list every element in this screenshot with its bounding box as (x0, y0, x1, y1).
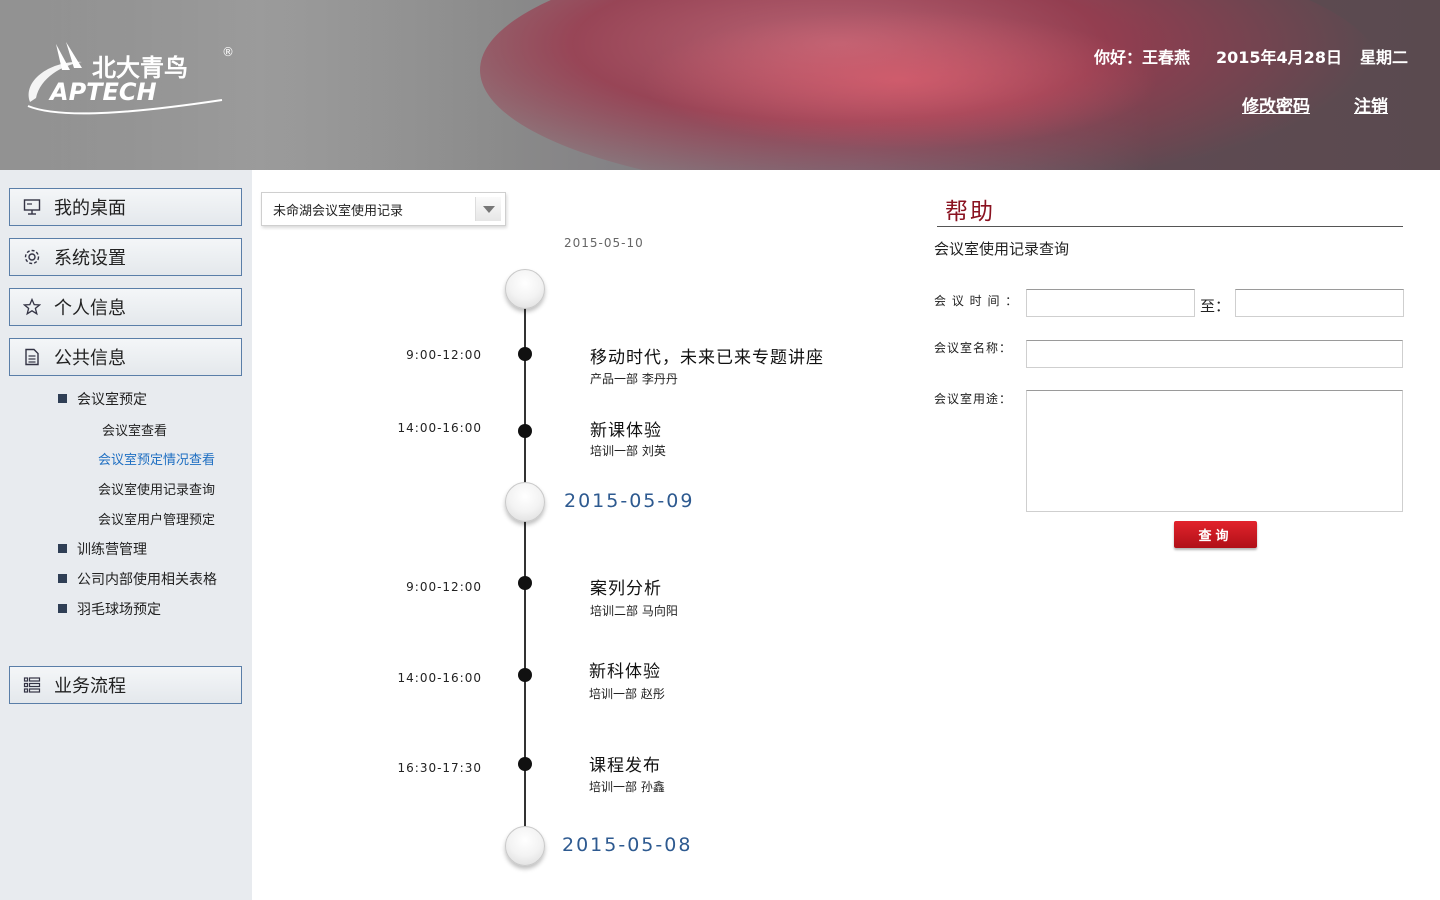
chevron-down-icon[interactable] (475, 197, 501, 221)
current-weekday: 星期二 (1359, 48, 1408, 67)
star-icon (22, 297, 42, 317)
help-subtitle: 会议室使用记录查询 (934, 240, 1070, 258)
nav-public-label: 公共信息 (54, 348, 126, 369)
gear-icon (22, 247, 42, 267)
event-title[interactable]: 新科体验 (589, 657, 661, 682)
user-info: 你好：王春燕 2015年4月28日 星期二 (1094, 44, 1408, 68)
sidebar-item-label: 羽毛球场预定 (77, 602, 161, 618)
nav-personal[interactable]: 个人信息 (9, 288, 242, 326)
event-meta: 培训一部 刘英 (590, 444, 666, 458)
current-date: 2015年4月28日 (1216, 48, 1342, 67)
timeline-dot (518, 668, 532, 682)
query-button[interactable]: 查询 (1174, 521, 1257, 548)
event-meta: 培训二部 马向阳 (590, 604, 678, 618)
event-meta: 产品一部 李丹丹 (590, 372, 678, 386)
page-header: 北大青鸟 APTECH ® 你好：王春燕 2015年4月28日 星期二 修改密码 注销 (0, 0, 1440, 170)
bullet-square-icon (58, 574, 67, 583)
timeline-dot (518, 347, 532, 361)
room-select-value: 未命湖会议室使用记录 (273, 203, 404, 219)
event-title[interactable]: 新课体验 (590, 416, 662, 441)
document-icon (22, 347, 42, 367)
event-meta: 培训一部 赵彤 (589, 687, 665, 701)
timeline-dot (518, 424, 532, 438)
change-password-link[interactable]: 修改密码 (1242, 97, 1310, 117)
room-select[interactable]: 未命湖会议室使用记录 (261, 192, 506, 226)
sidebar-item-internal-forms[interactable]: 公司内部使用相关表格 (58, 569, 217, 589)
event-title[interactable]: 课程发布 (589, 751, 661, 776)
sidebar-subitem-user-management[interactable]: 会议室用户管理预定 (98, 509, 215, 528)
nav-workflow-label: 业务流程 (54, 676, 126, 697)
timeline-dot (518, 757, 532, 771)
logo-reg-mark: ® (222, 45, 234, 59)
header-links: 修改密码 注销 (1242, 92, 1388, 117)
timeline-dot (518, 576, 532, 590)
nav-workflow[interactable]: 业务流程 (9, 666, 242, 704)
sidebar-subitem-room-view[interactable]: 会议室查看 (102, 420, 167, 439)
sidebar-item-badminton[interactable]: 羽毛球场预定 (58, 599, 161, 619)
event-time: 14:00-16:00 (397, 421, 482, 435)
header-background (640, 10, 1160, 150)
nav-public[interactable]: 公共信息 (9, 338, 242, 376)
room-name-input[interactable] (1026, 340, 1403, 368)
list-icon (22, 675, 42, 695)
room-name-label: 会议室名称： (934, 341, 1013, 355)
sidebar-item-label: 训练营管理 (77, 542, 147, 558)
event-title[interactable]: 案列分析 (590, 574, 662, 599)
sidebar-item-training-camp[interactable]: 训练营管理 (58, 539, 147, 559)
nav-personal-label: 个人信息 (54, 298, 126, 319)
help-title: 帮助 (945, 199, 995, 225)
timeline-date: 2015-05-08 (562, 834, 693, 856)
timeline-date: 2015-05-09 (564, 490, 695, 512)
sidebar-item-label: 会议室预定 (77, 392, 147, 408)
event-time: 16:30-17:30 (397, 761, 482, 775)
sidebar: 我的桌面 系统设置 个人信息 公共信息 会议室预定 会议室查看 会议室预定情况查… (0, 170, 252, 900)
timeline-circle-date (505, 826, 545, 866)
logo-en-text: APTECH (48, 78, 157, 106)
nav-desktop-label: 我的桌面 (54, 198, 126, 219)
greeting: 你好：王春燕 (1094, 48, 1191, 67)
event-time: 14:00-16:00 (397, 671, 482, 685)
room-purpose-textarea[interactable] (1026, 390, 1403, 512)
bullet-square-icon (58, 544, 67, 553)
timeline-date-top: 2015-05-10 (564, 236, 644, 250)
event-meta: 培训一部 孙鑫 (589, 780, 665, 794)
event-time: 9:00-12:00 (406, 580, 482, 594)
nav-settings-label: 系统设置 (54, 248, 126, 269)
meeting-time-start-input[interactable] (1026, 289, 1195, 317)
nav-settings[interactable]: 系统设置 (9, 238, 242, 276)
sidebar-item-meeting-booking[interactable]: 会议室预定 (58, 389, 147, 409)
monitor-icon (22, 197, 42, 217)
meeting-time-end-input[interactable] (1235, 289, 1404, 317)
to-label: 至： (1200, 297, 1231, 315)
bullet-square-icon (58, 604, 67, 613)
timeline-circle-date (505, 482, 545, 522)
sidebar-subitem-usage-records[interactable]: 会议室使用记录查询 (98, 479, 215, 498)
bullet-square-icon (58, 394, 67, 403)
event-time: 9:00-12:00 (406, 348, 482, 362)
aptech-logo: 北大青鸟 APTECH ® (27, 42, 234, 115)
help-divider (937, 226, 1403, 227)
sidebar-item-label: 公司内部使用相关表格 (77, 572, 217, 588)
event-title[interactable]: 移动时代，未来已来专题讲座 (590, 343, 824, 368)
meeting-time-label: 会 议 时 间 ： (934, 294, 1019, 308)
nav-desktop[interactable]: 我的桌面 (9, 188, 242, 226)
room-purpose-label: 会议室用途： (934, 392, 1013, 406)
logout-link[interactable]: 注销 (1354, 97, 1388, 117)
sidebar-subitem-booking-status[interactable]: 会议室预定情况查看 (98, 449, 215, 468)
timeline-circle-top (505, 269, 545, 309)
